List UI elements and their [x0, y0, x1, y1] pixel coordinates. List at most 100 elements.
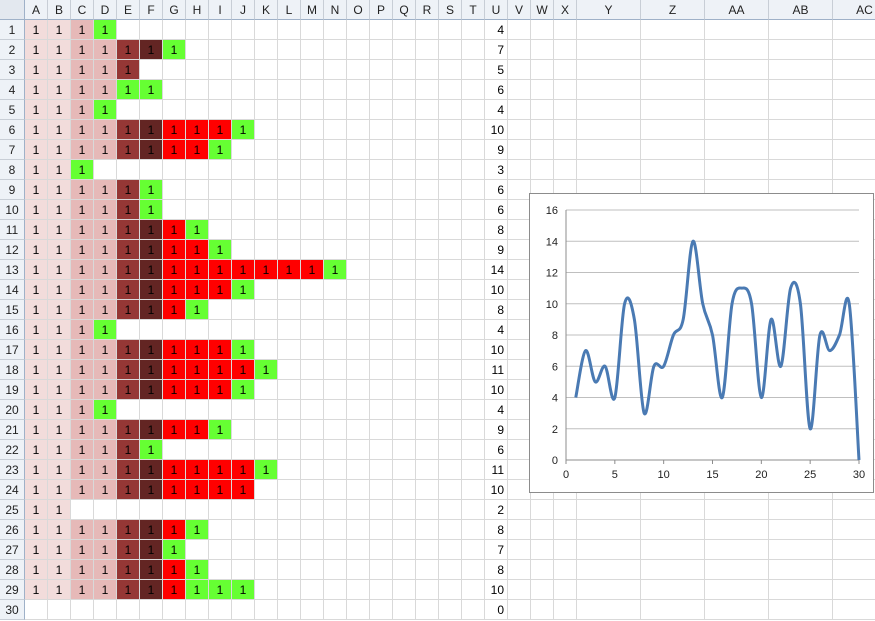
cell-h12[interactable]: 1 [186, 240, 209, 260]
cell-a25[interactable]: 1 [25, 500, 48, 520]
empty-cell[interactable] [416, 140, 439, 160]
cell-e2[interactable]: 1 [117, 40, 140, 60]
cell-g28[interactable]: 1 [163, 560, 186, 580]
cell-c10[interactable]: 1 [71, 200, 94, 220]
empty-cell[interactable] [833, 140, 875, 160]
empty-cell[interactable] [439, 520, 462, 540]
row-total-17[interactable]: 10 [485, 340, 508, 360]
select-all-corner[interactable] [0, 0, 25, 20]
cell-d16[interactable]: 1 [94, 320, 117, 340]
empty-cell[interactable] [232, 420, 255, 440]
empty-cell[interactable] [278, 180, 301, 200]
empty-cell[interactable] [641, 140, 705, 160]
empty-cell[interactable] [554, 540, 577, 560]
empty-cell[interactable] [209, 300, 232, 320]
empty-cell[interactable] [324, 20, 347, 40]
cell-f18[interactable]: 1 [140, 360, 163, 380]
empty-cell[interactable] [255, 100, 278, 120]
row-header-7[interactable]: 7 [0, 140, 25, 160]
empty-cell[interactable] [278, 340, 301, 360]
cell-h29[interactable]: 1 [186, 580, 209, 600]
empty-cell[interactable] [278, 400, 301, 420]
empty-cell[interactable] [393, 300, 416, 320]
empty-cell[interactable] [531, 80, 554, 100]
empty-cell[interactable] [232, 80, 255, 100]
empty-cell[interactable] [255, 560, 278, 580]
empty-cell[interactable] [370, 320, 393, 340]
empty-cell[interactable] [347, 60, 370, 80]
row-total-14[interactable]: 10 [485, 280, 508, 300]
data-point-23[interactable] [789, 286, 793, 290]
empty-cell[interactable] [232, 300, 255, 320]
empty-cell[interactable] [416, 120, 439, 140]
empty-cell[interactable] [347, 240, 370, 260]
empty-cell[interactable] [439, 460, 462, 480]
empty-cell[interactable] [140, 500, 163, 520]
empty-cell[interactable] [117, 160, 140, 180]
cell-g7[interactable]: 1 [163, 140, 186, 160]
cell-f29[interactable]: 1 [140, 580, 163, 600]
empty-cell[interactable] [278, 440, 301, 460]
cell-d4[interactable]: 1 [94, 80, 117, 100]
empty-cell[interactable] [209, 600, 232, 620]
empty-cell[interactable] [705, 120, 769, 140]
cell-d12[interactable]: 1 [94, 240, 117, 260]
row-header-28[interactable]: 28 [0, 560, 25, 580]
empty-cell[interactable] [416, 380, 439, 400]
empty-cell[interactable] [255, 440, 278, 460]
empty-cell[interactable] [209, 60, 232, 80]
empty-cell[interactable] [462, 40, 485, 60]
empty-cell[interactable] [393, 240, 416, 260]
empty-cell[interactable] [186, 400, 209, 420]
empty-cell[interactable] [255, 60, 278, 80]
empty-cell[interactable] [255, 80, 278, 100]
cell-b11[interactable]: 1 [48, 220, 71, 240]
empty-cell[interactable] [232, 60, 255, 80]
empty-cell[interactable] [370, 340, 393, 360]
cell-b5[interactable]: 1 [48, 100, 71, 120]
empty-cell[interactable] [577, 600, 641, 620]
cell-g14[interactable]: 1 [163, 280, 186, 300]
empty-cell[interactable] [209, 40, 232, 60]
empty-cell[interactable] [301, 220, 324, 240]
cell-a7[interactable]: 1 [25, 140, 48, 160]
empty-cell[interactable] [577, 40, 641, 60]
empty-cell[interactable] [347, 160, 370, 180]
row-header-17[interactable]: 17 [0, 340, 25, 360]
cell-d29[interactable]: 1 [94, 580, 117, 600]
cell-e13[interactable]: 1 [117, 260, 140, 280]
empty-cell[interactable] [439, 100, 462, 120]
empty-cell[interactable] [393, 80, 416, 100]
cell-a20[interactable]: 1 [25, 400, 48, 420]
cell-d22[interactable]: 1 [94, 440, 117, 460]
empty-cell[interactable] [301, 460, 324, 480]
cell-h19[interactable]: 1 [186, 380, 209, 400]
empty-cell[interactable] [301, 540, 324, 560]
empty-cell[interactable] [439, 300, 462, 320]
row-total-13[interactable]: 14 [485, 260, 508, 280]
empty-cell[interactable] [278, 100, 301, 120]
empty-cell[interactable] [393, 160, 416, 180]
empty-cell[interactable] [163, 400, 186, 420]
column-header-ab[interactable]: AB [769, 0, 833, 20]
empty-cell[interactable] [209, 400, 232, 420]
empty-cell[interactable] [769, 580, 833, 600]
empty-cell[interactable] [439, 440, 462, 460]
column-header-s[interactable]: S [439, 0, 462, 20]
empty-cell[interactable] [577, 60, 641, 80]
cell-f26[interactable]: 1 [140, 520, 163, 540]
cell-f12[interactable]: 1 [140, 240, 163, 260]
empty-cell[interactable] [531, 60, 554, 80]
empty-cell[interactable] [462, 280, 485, 300]
cell-i21[interactable]: 1 [209, 420, 232, 440]
empty-cell[interactable] [301, 20, 324, 40]
cell-d14[interactable]: 1 [94, 280, 117, 300]
empty-cell[interactable] [94, 160, 117, 180]
row-header-9[interactable]: 9 [0, 180, 25, 200]
empty-cell[interactable] [324, 400, 347, 420]
cell-b9[interactable]: 1 [48, 180, 71, 200]
empty-cell[interactable] [462, 460, 485, 480]
column-header-z[interactable]: Z [641, 0, 705, 20]
cell-g6[interactable]: 1 [163, 120, 186, 140]
row-header-24[interactable]: 24 [0, 480, 25, 500]
